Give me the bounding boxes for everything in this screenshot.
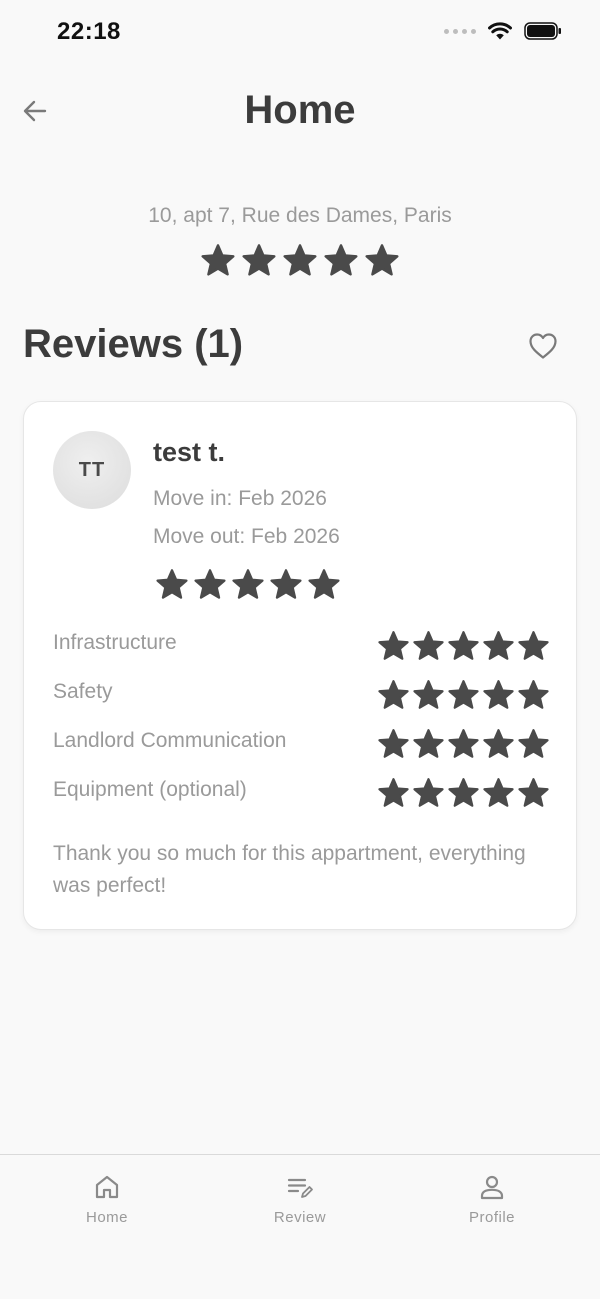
star-icon [413, 729, 444, 758]
star-icon [270, 569, 302, 599]
star-icon [448, 631, 479, 660]
category-stars-safety [377, 679, 550, 712]
star-icon [448, 729, 479, 758]
category-stars-landlord-communication [377, 728, 550, 761]
profile-icon [480, 1175, 504, 1200]
property-address: 10, apt 7, Rue des Dames, Paris [148, 204, 452, 227]
category-label-infrastructure: Infrastructure [53, 631, 177, 654]
status-icons [444, 22, 562, 40]
tab-home[interactable]: Home [47, 1173, 167, 1226]
star-icon [483, 778, 514, 807]
tab-label-review: Review [273, 1209, 327, 1226]
move-in-date: Move in: Feb 2026 [153, 487, 327, 510]
star-icon [232, 569, 264, 599]
reviewer-name: test t. [153, 437, 226, 467]
star-icon [201, 244, 235, 276]
move-out-date: Move out: Feb 2026 [153, 525, 340, 548]
star-icon [308, 569, 340, 599]
star-icon [483, 631, 514, 660]
category-label-equipment: Equipment (optional) [53, 778, 247, 801]
review-edit-icon [287, 1178, 313, 1198]
star-icon [283, 244, 317, 276]
review-rating-stars [155, 568, 341, 602]
tab-review[interactable]: Review [240, 1173, 360, 1226]
star-icon [448, 778, 479, 807]
category-label-safety: Safety [53, 680, 113, 703]
home-icon [95, 1175, 119, 1199]
star-icon [518, 631, 549, 660]
star-icon [378, 631, 409, 660]
avatar: TT [53, 431, 131, 509]
tab-profile[interactable]: Profile [432, 1173, 552, 1226]
page-title: Home [244, 88, 356, 132]
status-time: 22:18 [57, 18, 121, 45]
star-icon [413, 680, 444, 709]
star-icon [378, 778, 409, 807]
reviews-title: Reviews (1) [23, 322, 244, 366]
star-icon [413, 778, 444, 807]
star-icon [365, 244, 399, 276]
star-icon [194, 569, 226, 599]
heart-icon [529, 333, 557, 359]
favorite-button[interactable] [526, 329, 560, 363]
star-icon [518, 778, 549, 807]
star-icon [242, 244, 276, 276]
star-icon [378, 680, 409, 709]
star-icon [483, 729, 514, 758]
tab-label-home: Home [85, 1209, 128, 1226]
star-icon [518, 729, 549, 758]
review-comment: Thank you so much for this appartment, e… [53, 842, 526, 897]
wifi-icon [488, 22, 512, 40]
category-stars-equipment [377, 777, 550, 810]
star-icon [483, 680, 514, 709]
cellular-signal-icon [444, 28, 476, 34]
star-icon [448, 680, 479, 709]
star-icon [324, 244, 358, 276]
overall-rating-stars [200, 243, 400, 279]
battery-icon [524, 22, 561, 40]
star-icon [518, 680, 549, 709]
review-card: TT test t. Move in: Feb 2026 Move out: F… [23, 401, 577, 930]
tab-label-profile: Profile [468, 1209, 516, 1226]
star-icon [378, 729, 409, 758]
star-icon [156, 569, 188, 599]
category-label-landlord-communication: Landlord Communication [53, 729, 287, 752]
category-stars-infrastructure [377, 630, 550, 663]
star-icon [413, 631, 444, 660]
bottom-tab-bar: Home Review Profile [0, 1154, 600, 1299]
